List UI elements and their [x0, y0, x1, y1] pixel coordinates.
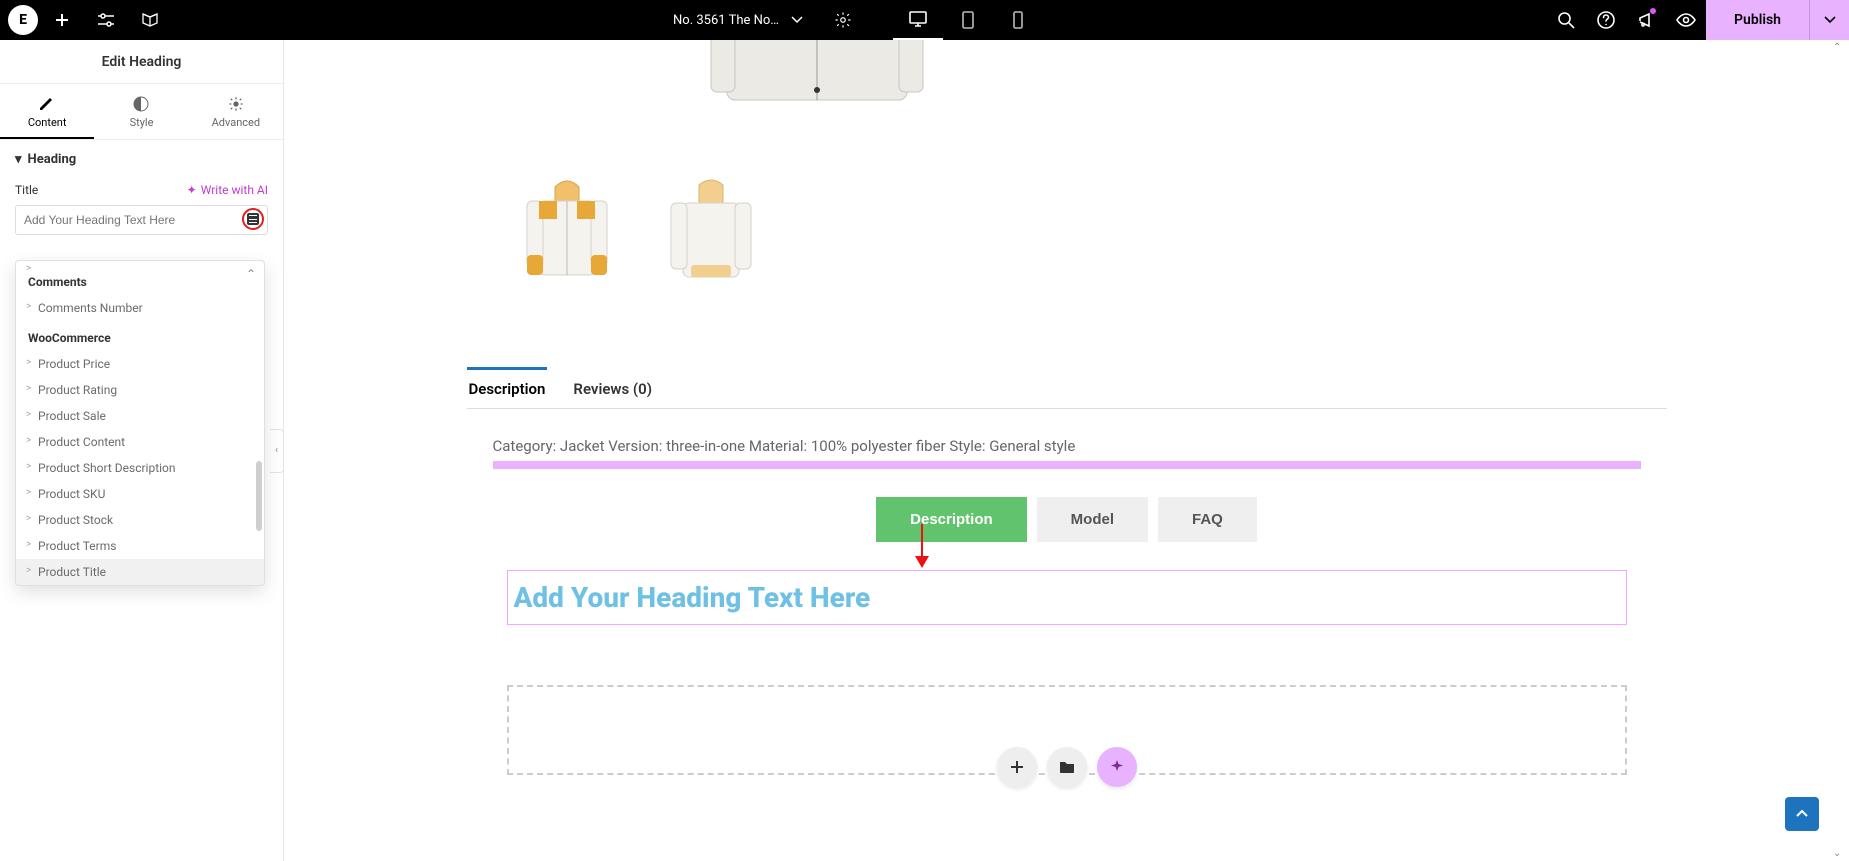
dynamic-tags-dropdown: ⌃ Comments Comments Number WooCommerce P… [15, 260, 265, 586]
wc-tab-reviews[interactable]: Reviews (0) [571, 370, 654, 408]
device-tablet-button[interactable] [943, 0, 993, 40]
plus-icon [1009, 759, 1025, 775]
device-mobile-button[interactable] [993, 0, 1043, 40]
add-widget-button[interactable] [997, 747, 1037, 787]
panel-tab-style-label: Style [130, 116, 154, 129]
sparkle-icon [1109, 759, 1125, 775]
folder-icon [1059, 760, 1075, 774]
selection-highlight-bar [493, 461, 1641, 469]
help-button[interactable] [1586, 0, 1626, 40]
product-thumb-2[interactable] [651, 170, 771, 310]
publish-button[interactable]: Publish [1706, 0, 1809, 40]
canvas-scrollbar: ⌃⌄ [1833, 42, 1847, 859]
panel-tab-advanced-label: Advanced [212, 116, 260, 129]
panel-tab-content[interactable]: Content [0, 84, 94, 139]
panel-title: Edit Heading [0, 40, 283, 84]
group-woocommerce-title: WooCommerce [16, 321, 264, 351]
sparkle-icon: ✦ [187, 183, 197, 197]
dynamic-item-product-stock[interactable]: Product Stock [16, 507, 264, 533]
dynamic-item-comments-number[interactable]: Comments Number [16, 295, 264, 321]
top-bar: E No. 3561 The No… [0, 0, 1849, 40]
add-element-button[interactable] [42, 0, 82, 40]
dynamic-item-product-content[interactable]: Product Content [16, 429, 264, 455]
panel-tab-advanced[interactable]: Advanced [189, 84, 283, 139]
dropdown-scrollbar[interactable] [256, 461, 262, 531]
whats-new-button[interactable] [1626, 0, 1666, 40]
product-category-text: Category: Jacket Version: three-in-one M… [467, 437, 1667, 461]
finder-search-button[interactable] [1546, 0, 1586, 40]
dynamic-item-truncated[interactable] [16, 261, 264, 265]
dynamic-item-product-short-desc[interactable]: Product Short Description [16, 455, 264, 481]
dynamic-tags-button[interactable] [242, 208, 264, 230]
heading-title-input[interactable] [15, 205, 268, 235]
group-comments-title: Comments [16, 265, 264, 295]
database-icon [247, 213, 259, 225]
empty-section-dropzone[interactable] [507, 685, 1627, 775]
heading-widget-text: Add Your Heading Text Here [514, 581, 1620, 614]
scroll-to-top-button[interactable] [1785, 797, 1819, 831]
product-main-image [607, 40, 1027, 130]
dynamic-item-product-sku[interactable]: Product SKU [16, 481, 264, 507]
panel-tab-style[interactable]: Style [94, 84, 188, 139]
inline-tab-model[interactable]: Model [1037, 497, 1148, 542]
inline-tab-faq[interactable]: FAQ [1158, 497, 1257, 542]
jacket-back-icon [661, 175, 761, 305]
editor-side-panel: Edit Heading Content Style Advanced ▾ He… [0, 40, 284, 861]
panel-collapse-button[interactable]: ‹ [270, 429, 284, 473]
section-heading-label: Heading [28, 152, 77, 167]
wc-tab-description[interactable]: Description [467, 367, 548, 408]
panel-tab-content-label: Content [28, 116, 67, 129]
add-ai-button[interactable] [1097, 747, 1137, 787]
chevron-down-icon [791, 16, 803, 24]
dynamic-item-product-sale[interactable]: Product Sale [16, 403, 264, 429]
dynamic-item-product-rating[interactable]: Product Rating [16, 377, 264, 403]
caret-down-icon: ▾ [15, 152, 22, 167]
page-title-text: No. 3561 The No… [673, 13, 779, 28]
page-title-dropdown[interactable]: No. 3561 The No… [673, 13, 803, 28]
product-thumb-1[interactable] [507, 170, 627, 310]
inline-tab-description[interactable]: Description [876, 497, 1027, 542]
elementor-logo[interactable]: E [8, 5, 38, 35]
title-field-label: Title [15, 183, 38, 197]
dynamic-item-product-terms[interactable]: Product Terms [16, 533, 264, 559]
device-desktop-button[interactable] [893, 0, 943, 40]
write-with-ai-button[interactable]: ✦ Write with AI [187, 183, 268, 197]
dynamic-item-product-title[interactable]: Product Title [16, 559, 264, 585]
dynamic-item-product-price[interactable]: Product Price [16, 351, 264, 377]
section-heading-toggle[interactable]: ▾ Heading [0, 140, 283, 175]
heading-widget-selected[interactable]: Add Your Heading Text Here [507, 570, 1627, 625]
jacket-illustration-main [687, 40, 947, 130]
chevron-up-icon [1795, 807, 1809, 821]
add-template-button[interactable] [1047, 747, 1087, 787]
structure-button[interactable] [130, 0, 170, 40]
jacket-front-icon [517, 175, 617, 305]
publish-options-button[interactable] [1809, 0, 1849, 40]
preview-button[interactable] [1666, 0, 1706, 40]
site-settings-button[interactable] [86, 0, 126, 40]
dropdown-collapse-icon[interactable]: ⌃ [246, 267, 256, 281]
canvas-area: ⌃⌄ [284, 40, 1849, 861]
page-settings-button[interactable] [823, 0, 863, 40]
write-ai-label: Write with AI [201, 183, 268, 197]
